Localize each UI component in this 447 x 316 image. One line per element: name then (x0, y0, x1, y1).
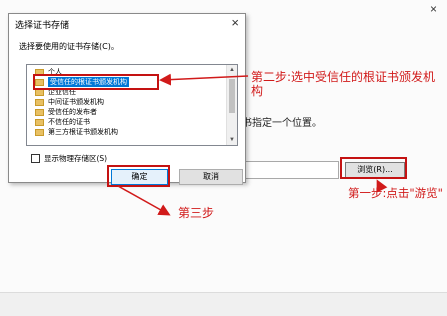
show-physical-stores-option[interactable]: 显示物理存储区(S) (31, 153, 107, 164)
tree-item-label: 中间证书颁发机构 (48, 98, 104, 106)
wizard-footer (0, 292, 447, 316)
tree-item-label: 第三方根证书颁发机构 (48, 128, 118, 136)
dialog-prompt: 选择要使用的证书存储(C)。 (19, 42, 119, 51)
wizard-close-icon[interactable]: × (430, 2, 437, 16)
tree-item-untrusted[interactable]: 不信任的证书 (35, 117, 90, 127)
step1-annotation: 第一步:点击"游览" (348, 186, 443, 200)
ok-highlight-box (107, 165, 170, 187)
folder-icon (35, 118, 44, 126)
folder-icon (35, 108, 44, 116)
scroll-up-icon[interactable]: ▲ (227, 65, 237, 75)
step2-annotation: 第二步:选中受信任的根证书颁发机构 (251, 70, 436, 99)
tree-item-intermediate[interactable]: 中间证书颁发机构 (35, 97, 104, 107)
tree-scrollbar[interactable]: ▲ ▼ (226, 65, 237, 145)
folder-icon (35, 128, 44, 136)
scroll-thumb[interactable] (229, 79, 235, 113)
browse-highlight-box (340, 157, 407, 179)
dialog-title: 选择证书存储 (15, 21, 70, 31)
step3-annotation: 第三步 (178, 206, 215, 220)
selection-highlight-box (33, 74, 159, 90)
show-physical-label: 显示物理存储区(S) (44, 154, 108, 163)
certificate-store-tree[interactable]: 个人 受信任的根证书颁发机构 企业信任 中间证书颁发机构 受信任的发布者 不信任… (26, 64, 238, 146)
tree-item-label: 受信任的发布者 (48, 108, 97, 116)
folder-icon (35, 98, 44, 106)
select-certificate-store-dialog: 选择证书存储 × 选择要使用的证书存储(C)。 个人 受信任的根证书颁发机构 企… (8, 13, 246, 187)
tree-item-third-party-root[interactable]: 第三方根证书颁发机构 (35, 127, 118, 137)
certificate-store-field[interactable] (231, 161, 339, 179)
cancel-button[interactable]: 取消 (179, 169, 243, 185)
show-physical-checkbox[interactable] (31, 154, 40, 163)
store-location-hint: 书指定一个位置。 (242, 118, 322, 129)
scroll-down-icon[interactable]: ▼ (227, 135, 237, 145)
tree-item-trusted-publishers[interactable]: 受信任的发布者 (35, 107, 97, 117)
dialog-close-icon[interactable]: × (231, 15, 239, 30)
tree-item-label: 不信任的证书 (48, 118, 90, 126)
